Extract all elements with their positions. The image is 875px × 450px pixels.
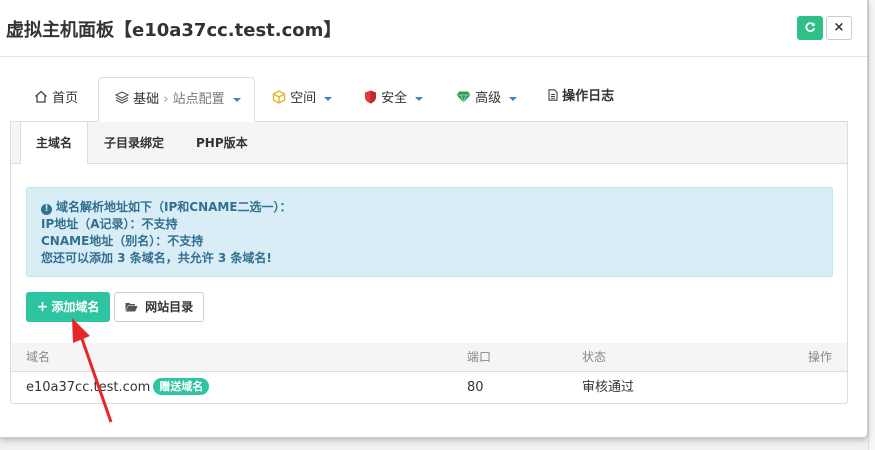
subtab-php-version[interactable]: PHP版本 [196,122,248,164]
chevron-down-icon [415,96,424,101]
subtab-main-domain[interactable]: 主域名 [20,122,88,165]
tab-advanced[interactable]: 高级 [456,77,518,121]
col-domain: 域名 [26,350,51,364]
tab-advanced-label: 高级 [475,91,502,106]
col-status: 状态 [582,350,607,364]
alert-line-4: 您还可以添加 3 条域名，共允许 3 条域名! [41,251,272,265]
dialog-title: 虚拟主机面板【e10a37cc.test.com】 [6,20,342,41]
tab-space[interactable]: 空间 [272,77,333,121]
status-cell: 审核通过 [582,380,635,395]
tab-security[interactable]: 安全 [364,77,424,121]
table-row: e10a37cc.test.com 赠送域名 80 审核通过 [11,372,847,403]
site-directory-label: 网站目录 [145,300,194,314]
dialog-header: 虚拟主机面板【e10a37cc.test.com】 × [0,0,867,57]
tab-content-panel: 主域名 子目录绑定 PHP版本 ! 域名解析地址如下（IP和CNAME二选一）： … [10,121,848,404]
add-domain-label: 添加域名 [51,300,100,314]
tab-basic-label: 基础 [133,92,160,107]
port-cell: 80 [467,380,484,395]
close-button[interactable]: × [826,16,852,40]
cube-icon [272,90,286,104]
chevron-down-icon [232,97,241,102]
domain-cell: e10a37cc.test.com 赠送域名 [26,372,210,403]
folder-open-icon [125,303,138,312]
refresh-button[interactable] [797,16,823,40]
subtab-subdir-binding[interactable]: 子目录绑定 [104,122,164,164]
background-window-edge [868,0,875,450]
refresh-icon [805,22,816,33]
tab-security-label: 安全 [381,91,408,106]
tab-logs[interactable]: 操作日志 [548,77,614,121]
site-directory-button[interactable]: 网站目录 [114,292,204,322]
table-header: 域名 端口 状态 操作 [11,343,847,372]
tab-logs-label: 操作日志 [562,89,615,104]
home-icon [35,90,47,103]
diamond-icon [456,91,471,104]
chevron-down-icon [509,96,518,101]
breadcrumb-separator: › [163,92,169,107]
shield-icon [365,90,376,104]
tab-space-label: 空间 [290,91,317,106]
tab-basic[interactable]: 基础 › 站点配置 [98,77,255,122]
col-actions: 操作 [808,350,833,364]
document-icon [548,89,558,101]
breadcrumb-site-config: 站点配置 [172,92,225,107]
gift-domain-badge: 赠送域名 [153,378,210,395]
alert-line-1: 域名解析地址如下（IP和CNAME二选一）： [56,200,292,214]
col-port: 端口 [467,350,492,364]
alert-line-3: CNAME地址（别名）：不支持 [41,234,204,248]
chevron-down-icon [324,96,333,101]
layers-icon [114,91,130,104]
alert-line-2: IP地址（A记录）：不支持 [41,217,178,231]
tab-home-label: 首页 [52,91,79,106]
sub-tabs: 主域名 子目录绑定 PHP版本 [11,122,847,165]
dns-info-alert: ! 域名解析地址如下（IP和CNAME二选一）： IP地址（A记录）：不支持 CN… [26,187,833,277]
domain-name: e10a37cc.test.com [26,380,151,395]
plus-icon: + [36,299,49,315]
add-domain-button[interactable]: + 添加域名 [26,292,110,322]
info-icon: ! [41,204,52,215]
virtual-host-dialog: 虚拟主机面板【e10a37cc.test.com】 × 首页 基础 › 站点配置 [0,0,868,438]
tab-home[interactable]: 首页 [34,77,78,121]
